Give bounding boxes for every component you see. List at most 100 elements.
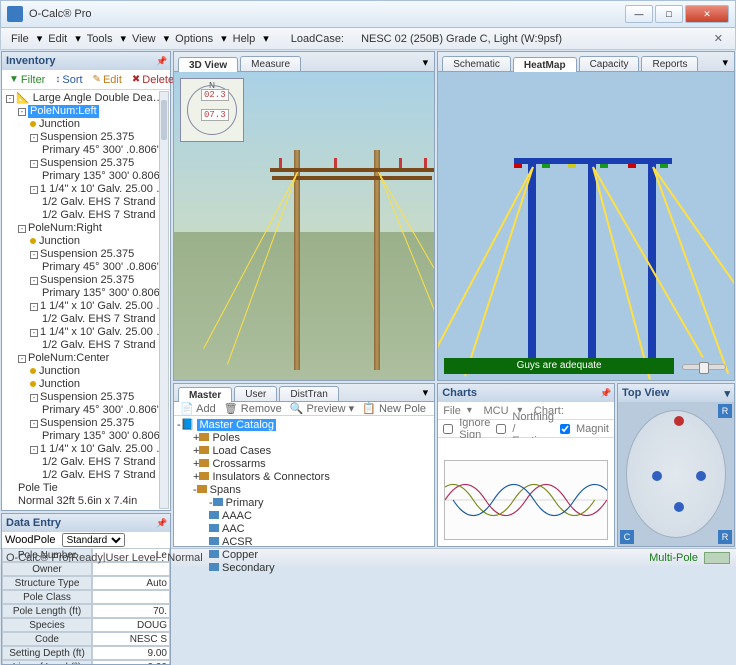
tree-item[interactable]: Pole Tie: [4, 482, 168, 495]
prop-value[interactable]: NESC S: [92, 632, 170, 646]
loadcase-value[interactable]: NESC 02 (250B) Grade C, Light (W:9psf): [355, 31, 568, 47]
magnitude-check[interactable]: [560, 424, 570, 434]
prop-value[interactable]: [92, 562, 170, 576]
tab-disttran[interactable]: DistTran: [279, 386, 338, 401]
tree-item[interactable]: Junction: [4, 378, 168, 391]
ignore-sign-check[interactable]: [443, 424, 453, 434]
topview-viewport[interactable]: R R C: [618, 402, 734, 546]
corner-r[interactable]: R: [718, 404, 732, 418]
catalog-item[interactable]: AAC: [177, 523, 431, 536]
prop-value[interactable]: [92, 590, 170, 604]
pin-icon[interactable]: 📌: [600, 388, 610, 398]
menubar-close-icon[interactable]: ✕: [708, 32, 729, 45]
prop-value[interactable]: 0.00: [92, 660, 170, 664]
tree-item[interactable]: 1/2 Galv. EHS 7 Strand D: [4, 209, 168, 222]
tree-item[interactable]: Junction: [4, 235, 168, 248]
tab-user[interactable]: User: [234, 386, 277, 401]
tree-item[interactable]: Normal 32ft 5.6in x 7.4in: [4, 495, 168, 508]
catalog-item[interactable]: +Load Cases: [177, 445, 431, 458]
tree-item[interactable]: -1 1/4" x 10' Galv. 25.00 ft at 2: [4, 443, 168, 456]
prop-value[interactable]: 9.00: [92, 646, 170, 660]
catalog-item[interactable]: -Primary: [177, 497, 431, 510]
tree-item[interactable]: -Suspension 25.375: [4, 157, 168, 170]
chart-mode[interactable]: MCU: [484, 405, 509, 417]
filter-button[interactable]: ▼ Filter: [6, 73, 48, 87]
tab-heatmap[interactable]: HeatMap: [513, 57, 577, 72]
tree-item[interactable]: 1/2 Galv. EHS 7 Strand D: [4, 339, 168, 352]
prop-value[interactable]: 70.: [92, 604, 170, 618]
catalog-item[interactable]: -Spans: [177, 484, 431, 497]
close-button[interactable]: ✕: [685, 5, 729, 23]
catalog-tree[interactable]: -📘 Master Catalog +Poles+Load Cases+Cros…: [174, 416, 434, 578]
tab-capacity[interactable]: Capacity: [579, 56, 640, 71]
tree-item[interactable]: -1 1/4" x 10' Galv. 25.00 ft at 2: [4, 300, 168, 313]
3d-viewport[interactable]: N 02.3 07.3: [174, 72, 434, 380]
tree-item[interactable]: Primary 135° 300' 0.806": [4, 430, 168, 443]
newpole-button[interactable]: 📋 New Pole: [362, 402, 426, 415]
prop-value[interactable]: Auto: [92, 576, 170, 590]
tree-item[interactable]: -1 1/4" x 10' Galv. 25.00 ft at 3: [4, 326, 168, 339]
sort-button[interactable]: ↕ Sort: [52, 73, 85, 87]
menu-file[interactable]: File: [5, 31, 35, 47]
northing-check[interactable]: [496, 424, 506, 434]
tree-item[interactable]: Primary 45° 300' .0.806": [4, 144, 168, 157]
menu-view[interactable]: View: [126, 31, 162, 47]
catalog-item[interactable]: +Poles: [177, 432, 431, 445]
delete-button[interactable]: ✖ Delete: [129, 73, 177, 87]
menu-help[interactable]: Help: [227, 31, 262, 47]
tree-item[interactable]: Primary 135° 300' 0.806": [4, 287, 168, 300]
tree-item[interactable]: -1 1/4" x 10' Galv. 25.00 ft at 2: [4, 183, 168, 196]
catalog-item[interactable]: AAAC: [177, 510, 431, 523]
maximize-button[interactable]: □: [655, 5, 683, 23]
corner-c[interactable]: C: [620, 530, 634, 544]
tree-item[interactable]: Primary 45° 300' .0.806": [4, 404, 168, 417]
prop-value[interactable]: DOUG: [92, 618, 170, 632]
panel-dropdown-icon[interactable]: ▾: [417, 54, 435, 71]
tree-item[interactable]: -PoleNum:Left: [4, 105, 168, 118]
tree-item[interactable]: Primary 135° 300' 0.806": [4, 170, 168, 183]
pin-icon[interactable]: 📌: [156, 56, 166, 66]
minimize-button[interactable]: —: [625, 5, 653, 23]
catalog-item[interactable]: Copper: [177, 549, 431, 562]
tab-reports[interactable]: Reports: [641, 56, 698, 71]
chart-file-button[interactable]: File: [443, 405, 461, 417]
edit-button[interactable]: ✎ Edit: [90, 73, 125, 87]
tab-measure[interactable]: Measure: [240, 56, 301, 71]
tree-item[interactable]: -Suspension 25.375: [4, 391, 168, 404]
add-button[interactable]: 📄 Add: [180, 402, 216, 415]
tree-item[interactable]: -Suspension 25.375: [4, 274, 168, 287]
pin-icon[interactable]: 📌: [156, 518, 166, 528]
tree-item[interactable]: -Suspension 25.375: [4, 417, 168, 430]
tree-item[interactable]: Junction: [4, 118, 168, 131]
tree-item[interactable]: 1/2 Galv. EHS 7 Strand D: [4, 313, 168, 326]
catalog-item[interactable]: ACSR: [177, 536, 431, 549]
compass-widget[interactable]: N 02.3 07.3: [180, 78, 244, 142]
menu-options[interactable]: Options: [169, 31, 219, 47]
scrollbar[interactable]: [159, 91, 169, 509]
tree-item[interactable]: 1/2 Galv. EHS 7 Strand D: [4, 196, 168, 209]
catalog-item[interactable]: +Insulators & Connectors: [177, 471, 431, 484]
heatmap-slider[interactable]: [682, 364, 726, 370]
tree-item[interactable]: -PoleNum:Center: [4, 352, 168, 365]
preview-button[interactable]: 🔍 Preview ▾: [290, 402, 354, 415]
corner-r2[interactable]: R: [718, 530, 732, 544]
menu-tools[interactable]: Tools: [81, 31, 119, 47]
remove-button[interactable]: 🗑 Remove: [224, 402, 282, 415]
panel-dropdown-icon[interactable]: ▾: [417, 384, 435, 401]
tab-3dview[interactable]: 3D View: [178, 57, 238, 72]
catalog-item[interactable]: Secondary: [177, 562, 431, 575]
tree-item[interactable]: Primary 45° 300' .0.806": [4, 261, 168, 274]
chart-plot[interactable]: [444, 460, 608, 540]
tree-item[interactable]: 1/2 Galv. EHS 7 Strand D: [4, 469, 168, 482]
heatmap-viewport[interactable]: Guys are adequate: [438, 72, 734, 380]
panel-dropdown-icon[interactable]: ▾: [724, 387, 730, 400]
catalog-item[interactable]: +Crossarms: [177, 458, 431, 471]
tree-item[interactable]: 1/2 Galv. EHS 7 Strand D: [4, 456, 168, 469]
property-grid[interactable]: Pole NumberLeOwnerStructure TypeAutoPole…: [2, 548, 170, 664]
panel-dropdown-icon[interactable]: ▾: [716, 54, 734, 71]
tab-master[interactable]: Master: [178, 387, 232, 402]
inventory-tree[interactable]: -📐 Large Angle Double Deadend (TH-5G) -P…: [2, 90, 170, 510]
tab-schematic[interactable]: Schematic: [442, 56, 511, 71]
tree-item[interactable]: Junction: [4, 365, 168, 378]
pole-mode-select[interactable]: Standard: [62, 533, 125, 547]
